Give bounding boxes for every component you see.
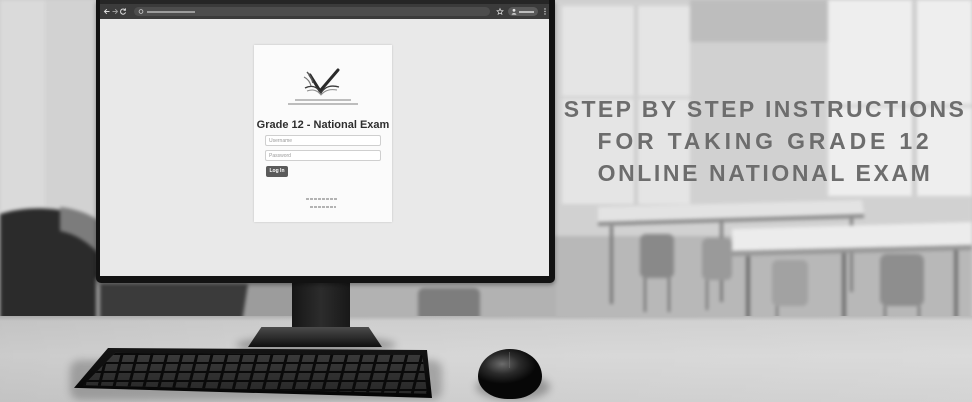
headline-line: STEP BY STEP INSTRUCTIONS — [563, 96, 967, 122]
menu-kebab-icon[interactable] — [541, 7, 549, 16]
browser-toolbar — [100, 4, 549, 19]
headline-line: FOR TAKING GRADE 12 — [597, 128, 933, 154]
computer-mouse — [478, 349, 542, 399]
logo-caption — [295, 99, 351, 101]
monitor: Grade 12 - National Exam Log In — [96, 0, 555, 283]
profile-icon — [511, 8, 517, 15]
address-url — [147, 11, 195, 13]
login-footer-text — [306, 198, 338, 200]
monitor-stand-base — [248, 327, 382, 347]
site-info-icon[interactable] — [137, 7, 145, 16]
page-viewport: Grade 12 - National Exam Log In — [100, 19, 549, 276]
monitor-stand-neck — [292, 281, 350, 331]
profile-chip[interactable] — [508, 7, 538, 16]
headline: STEP BY STEP INSTRUCTIONS FOR TAKING GRA… — [560, 93, 970, 189]
logo-caption — [288, 103, 358, 105]
back-arrow-icon[interactable] — [103, 7, 111, 16]
left-chair — [0, 207, 100, 322]
username-input[interactable] — [265, 135, 381, 146]
login-card: Grade 12 - National Exam Log In — [254, 45, 392, 222]
bookmark-star-icon[interactable] — [496, 7, 504, 16]
open-book-logo-icon — [303, 68, 340, 96]
headline-line: ONLINE NATIONAL EXAM — [597, 160, 933, 186]
mouse-button-seam — [509, 352, 510, 368]
left-wall — [0, 0, 100, 235]
forward-arrow-icon[interactable] — [111, 7, 119, 16]
login-footer-text — [310, 206, 336, 208]
login-title: Grade 12 - National Exam — [256, 119, 390, 131]
password-input[interactable] — [265, 150, 381, 161]
thumbnail-stage: STEP BY STEP INSTRUCTIONS FOR TAKING GRA… — [0, 0, 972, 402]
reload-icon[interactable] — [119, 7, 127, 16]
profile-label — [519, 11, 534, 13]
monitor-screen: Grade 12 - National Exam Log In — [100, 0, 549, 276]
address-bar[interactable] — [134, 7, 490, 16]
log-in-button[interactable]: Log In — [266, 166, 288, 177]
